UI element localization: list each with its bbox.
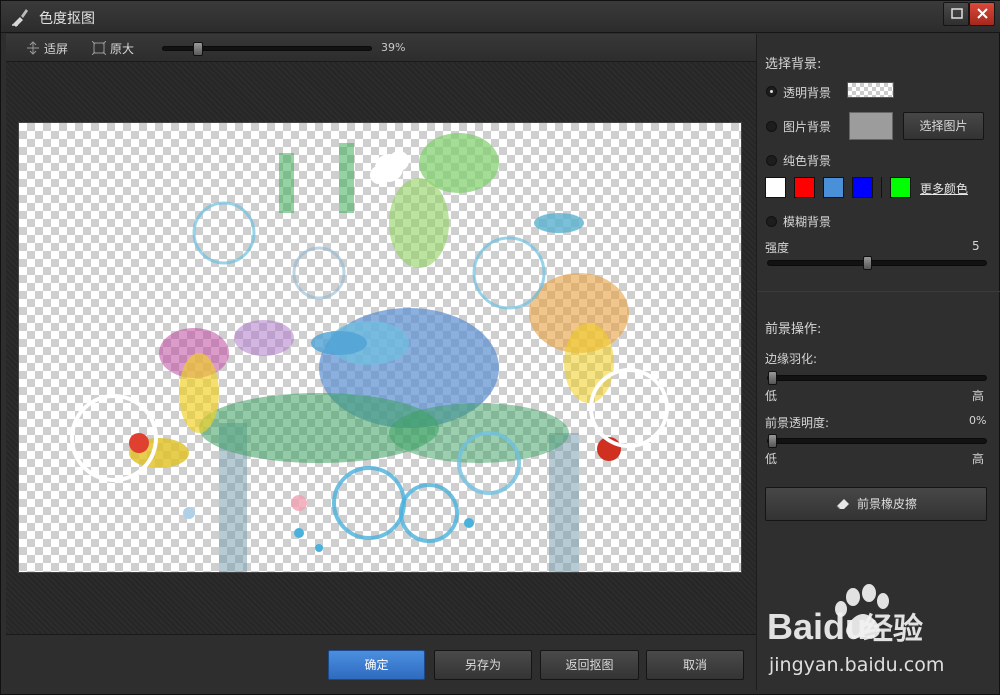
blur-background-radio[interactable] xyxy=(766,216,777,227)
strength-slider[interactable] xyxy=(767,256,987,270)
fit-screen-icon xyxy=(27,41,39,55)
window-title: 色度抠图 xyxy=(39,11,95,27)
baidu-jingyan-watermark: Baidu经验 jingyan.baidu.com xyxy=(757,579,1000,689)
transparent-background-label[interactable]: 透明背景 xyxy=(783,84,831,101)
image-background-preview xyxy=(849,112,893,140)
chroma-key-window: 色度抠图 适屏 原大 39% 确定 另存为 返回抠图 取消 选择背景: 透明背景… xyxy=(0,0,1000,695)
strength-label: 强度 xyxy=(765,241,790,255)
view-toolbar: 适屏 原大 39% xyxy=(6,34,756,62)
actual-size-label: 原大 xyxy=(110,41,135,56)
more-colors-link[interactable]: 更多颜色 xyxy=(920,180,968,197)
actual-size-icon xyxy=(92,41,106,55)
edge-feather-slider-thumb[interactable] xyxy=(768,371,777,385)
foreground-section-title: 前景操作: xyxy=(765,322,822,337)
save-as-button[interactable]: 另存为 xyxy=(434,650,532,680)
opacity-low-label: 低 xyxy=(765,452,778,466)
close-button[interactable] xyxy=(969,2,995,26)
ok-button[interactable]: 确定 xyxy=(328,650,425,680)
color-swatch[interactable] xyxy=(823,177,844,198)
foreground-opacity-slider-thumb[interactable] xyxy=(768,434,777,448)
image-background-radio[interactable] xyxy=(766,121,777,132)
color-swatch[interactable] xyxy=(765,177,786,198)
maximize-button[interactable] xyxy=(943,2,969,26)
background-section-title: 选择背景: xyxy=(765,57,822,72)
choose-image-button[interactable]: 选择图片 xyxy=(903,112,984,140)
settings-panel: 选择背景: 透明背景 图片背景 选择图片 纯色背景 更多颜色 模糊背景 强度 5… xyxy=(756,34,1000,690)
preview-stage xyxy=(6,62,756,634)
zoom-slider-thumb[interactable] xyxy=(192,42,203,56)
maximize-icon xyxy=(951,8,963,19)
foreground-eraser-button[interactable]: 前景橡皮擦 xyxy=(765,487,987,521)
foreground-eraser-label: 前景橡皮擦 xyxy=(856,497,917,511)
feather-high-label: 高 xyxy=(972,389,985,403)
foreground-opacity-value: 0% xyxy=(969,414,987,427)
blur-background-label[interactable]: 模糊背景 xyxy=(783,213,831,230)
cutout-artwork-image xyxy=(70,133,669,572)
edge-feather-slider[interactable] xyxy=(767,371,987,385)
watermark-brand-du: du xyxy=(823,606,868,647)
zoom-slider[interactable] xyxy=(162,42,372,56)
edge-feather-label: 边缘羽化: xyxy=(765,352,818,366)
solid-background-radio[interactable] xyxy=(766,155,777,166)
color-swatch[interactable] xyxy=(794,177,815,198)
cancel-button[interactable]: 取消 xyxy=(646,650,744,680)
foreground-opacity-slider[interactable] xyxy=(767,434,987,448)
close-icon xyxy=(977,8,988,19)
action-bar: 确定 另存为 返回抠图 取消 xyxy=(6,634,756,690)
actual-size-button[interactable]: 原大 xyxy=(92,40,134,56)
color-swatch[interactable] xyxy=(890,177,911,198)
transparent-background-radio[interactable] xyxy=(766,86,777,97)
title-bar: 色度抠图 xyxy=(1,1,1000,33)
color-swatch[interactable] xyxy=(852,177,873,198)
image-background-label[interactable]: 图片背景 xyxy=(783,118,831,135)
eraser-icon xyxy=(836,499,849,510)
watermark-brand-bai: Bai xyxy=(767,606,824,647)
strength-value: 5 xyxy=(972,239,980,253)
transparent-background-swatch xyxy=(847,82,894,98)
swatch-divider xyxy=(881,177,882,198)
fit-screen-label: 适屏 xyxy=(44,41,69,56)
foreground-opacity-label: 前景透明度: xyxy=(765,416,830,430)
panel-divider xyxy=(757,291,1000,292)
back-to-cutout-button[interactable]: 返回抠图 xyxy=(540,650,639,680)
fit-screen-button[interactable]: 适屏 xyxy=(26,40,68,56)
solid-background-label[interactable]: 纯色背景 xyxy=(783,152,831,169)
watermark-brand-jingyan: 经验 xyxy=(863,613,924,646)
zoom-percent: 39% xyxy=(381,41,406,54)
opacity-high-label: 高 xyxy=(972,452,985,466)
preview-pane: 适屏 原大 39% 确定 另存为 返回抠图 取消 xyxy=(6,34,756,690)
strength-slider-thumb[interactable] xyxy=(862,256,872,270)
feather-low-label: 低 xyxy=(765,389,778,403)
watermark-url: jingyan.baidu.com xyxy=(769,654,945,676)
preview-canvas[interactable] xyxy=(18,122,742,573)
chroma-key-app-icon xyxy=(12,9,28,27)
